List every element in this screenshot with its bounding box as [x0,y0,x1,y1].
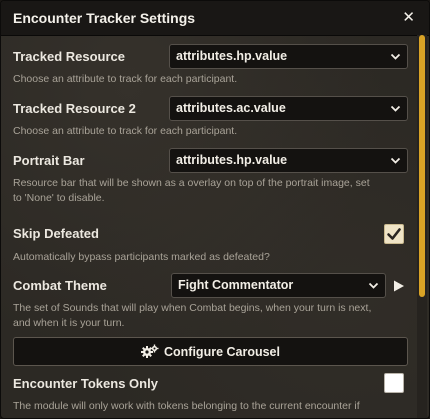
portrait-bar-select[interactable]: attributes.hp.value [169,148,408,173]
chevron-down-icon [368,282,379,289]
play-icon[interactable] [393,280,405,292]
settings-dialog: Encounter Tracker Settings ✕ Tracked Res… [0,0,430,419]
combat-theme-select[interactable]: Fight Commentator [171,273,386,298]
tracked-resource-hint: Choose an attribute to track for each pa… [13,73,238,85]
combat-theme-label: Combat Theme [13,278,107,293]
portrait-bar-value: attributes.hp.value [176,153,288,167]
tracked-resource-2-select[interactable]: attributes.ac.value [169,96,408,121]
tracked-resource-2-label: Tracked Resource 2 [13,101,136,116]
scrollbar-thumb[interactable] [419,35,425,297]
combat-theme-hint-line-1: The set of Sounds that will play when Co… [13,302,372,314]
tracked-resource-value: attributes.hp.value [176,49,288,63]
cogs-icon [141,344,159,358]
configure-carousel-label: Configure Carousel [164,344,280,359]
skip-defeated-hint: Automatically bypass participants marked… [13,251,270,263]
chevron-down-icon [390,53,401,60]
encounter-tokens-only-label: Encounter Tokens Only [13,376,158,391]
portrait-bar-label: Portrait Bar [13,153,85,168]
combat-theme-value: Fight Commentator [178,278,294,292]
portrait-bar-hint-line-2: to 'None' to disable. [13,192,105,204]
tracked-resource-select[interactable]: attributes.hp.value [169,44,408,69]
scrollbar[interactable] [417,35,427,418]
dialog-header[interactable]: Encounter Tracker Settings ✕ [1,1,429,36]
dialog-title: Encounter Tracker Settings [13,10,196,26]
tracked-resource-label: Tracked Resource [13,49,126,64]
portrait-bar-hint-line-1: Resource bar that will be shown as a ove… [13,177,370,189]
combat-theme-hint-line-2: and when it is your turn. [13,317,125,329]
settings-form: Tracked Resource attributes.hp.value Cho… [1,35,417,418]
tracked-resource-2-value: attributes.ac.value [176,101,286,115]
checkmark-icon [387,228,401,240]
combat-theme-hint: The set of Sounds that will play when Co… [13,301,408,331]
chevron-down-icon [390,105,401,112]
skip-defeated-checkbox[interactable] [384,224,404,244]
skip-defeated-label: Skip Defeated [13,226,99,241]
portrait-bar-hint: Resource bar that will be shown as a ove… [13,176,408,206]
chevron-down-icon [390,157,401,164]
encounter-tokens-only-hint: The module will only work with tokens be… [13,400,360,412]
configure-carousel-button[interactable]: Configure Carousel [13,337,408,366]
close-icon[interactable]: ✕ [402,8,415,26]
encounter-tokens-only-checkbox[interactable] [384,373,404,393]
tracked-resource-2-hint: Choose an attribute to track for each pa… [13,125,238,137]
